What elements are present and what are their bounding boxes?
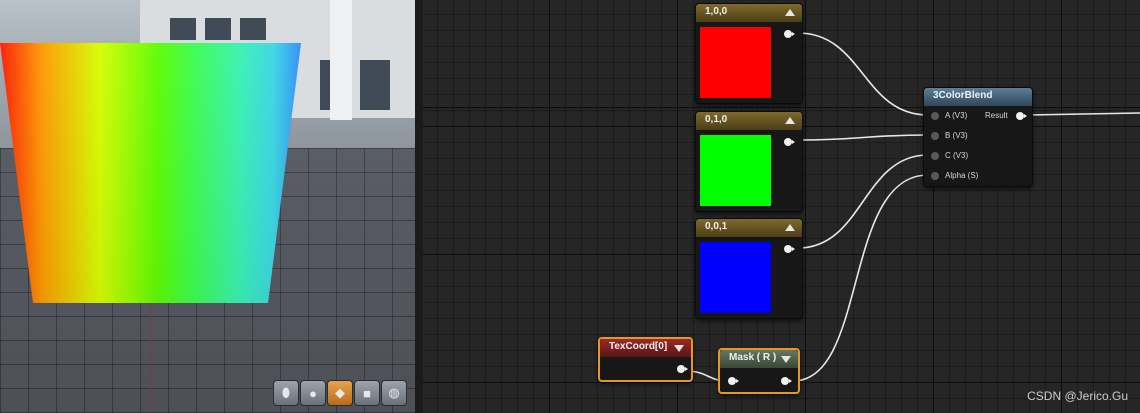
viewport-divider[interactable] [415, 0, 423, 413]
building-window [240, 18, 266, 40]
node-title: TexCoord[0] [609, 341, 668, 352]
expand-arrow-icon[interactable] [781, 356, 791, 363]
mask-node[interactable]: Mask ( R ) [718, 348, 800, 394]
node-header[interactable]: TexCoord[0] [600, 339, 691, 357]
watermark-text: CSDN @Jerico.Gu [1027, 389, 1128, 403]
input-pin-a[interactable] [931, 112, 939, 120]
color-swatch-green [700, 135, 771, 206]
building-window [360, 60, 390, 110]
cube-icon[interactable]: ■ [354, 380, 380, 406]
input-label-c: C (V3) [945, 151, 969, 160]
wire-blue-to-c [797, 154, 929, 249]
input-pin-c[interactable] [931, 152, 939, 160]
collapse-arrow-icon[interactable] [785, 9, 795, 16]
output-pin[interactable] [784, 138, 795, 146]
expand-arrow-icon[interactable] [674, 345, 684, 352]
color-swatch-red [700, 27, 771, 98]
material-graph-canvas[interactable]: 1,0,0 0,1,0 0,0,1 3ColorBlend A (V3) B (… [423, 0, 1140, 413]
input-label-b: B (V3) [945, 131, 968, 140]
node-header[interactable]: 0,0,1 [696, 219, 802, 237]
building-window [170, 18, 196, 40]
color-swatch-blue [700, 242, 771, 313]
collapse-arrow-icon[interactable] [785, 224, 795, 231]
output-pin-result[interactable] [1016, 112, 1027, 120]
output-pin[interactable] [677, 365, 688, 373]
cylinder-icon[interactable]: ⬮ [273, 380, 299, 406]
output-pin[interactable] [784, 245, 795, 253]
node-header[interactable]: 3ColorBlend [924, 88, 1032, 106]
node-title: 0,0,1 [705, 221, 728, 232]
node-header[interactable]: 0,1,0 [696, 112, 802, 130]
preview-shape-toolbar: ⬮ ● ◆ ■ ◍ [273, 380, 407, 406]
constant-node-green[interactable]: 0,1,0 [695, 111, 803, 212]
plane-icon[interactable]: ◆ [327, 380, 353, 406]
output-pin[interactable] [781, 377, 792, 385]
constant-node-blue[interactable]: 0,0,1 [695, 218, 803, 319]
node-title: Mask ( R ) [729, 352, 777, 363]
material-preview-viewport[interactable]: ⬮ ● ◆ ■ ◍ [0, 0, 415, 413]
node-title: 0,1,0 [705, 114, 728, 125]
wire-red-to-a [797, 32, 929, 116]
input-label-alpha: Alpha (S) [945, 171, 979, 180]
node-title: 3ColorBlend [933, 90, 993, 101]
output-pin[interactable] [784, 30, 795, 38]
constant-node-red[interactable]: 1,0,0 [695, 3, 803, 104]
node-header[interactable]: Mask ( R ) [720, 350, 798, 368]
wire-result-out [1027, 112, 1140, 116]
wire-green-to-b [797, 134, 929, 141]
three-color-blend-node[interactable]: 3ColorBlend A (V3) B (V3) C (V3) Alpha (… [923, 87, 1033, 187]
sphere-icon[interactable]: ● [300, 380, 326, 406]
input-pin[interactable] [728, 377, 739, 385]
input-pin-b[interactable] [931, 132, 939, 140]
texcoord-node[interactable]: TexCoord[0] [598, 337, 693, 382]
output-label-result: Result [985, 111, 1008, 120]
building-window [205, 18, 231, 40]
input-label-a: A (V3) [945, 111, 968, 120]
input-pin-alpha[interactable] [931, 172, 939, 180]
collapse-arrow-icon[interactable] [785, 117, 795, 124]
building-column [330, 0, 352, 120]
node-header[interactable]: 1,0,0 [696, 4, 802, 22]
node-title: 1,0,0 [705, 6, 728, 17]
teapot-icon[interactable]: ◍ [381, 380, 407, 406]
